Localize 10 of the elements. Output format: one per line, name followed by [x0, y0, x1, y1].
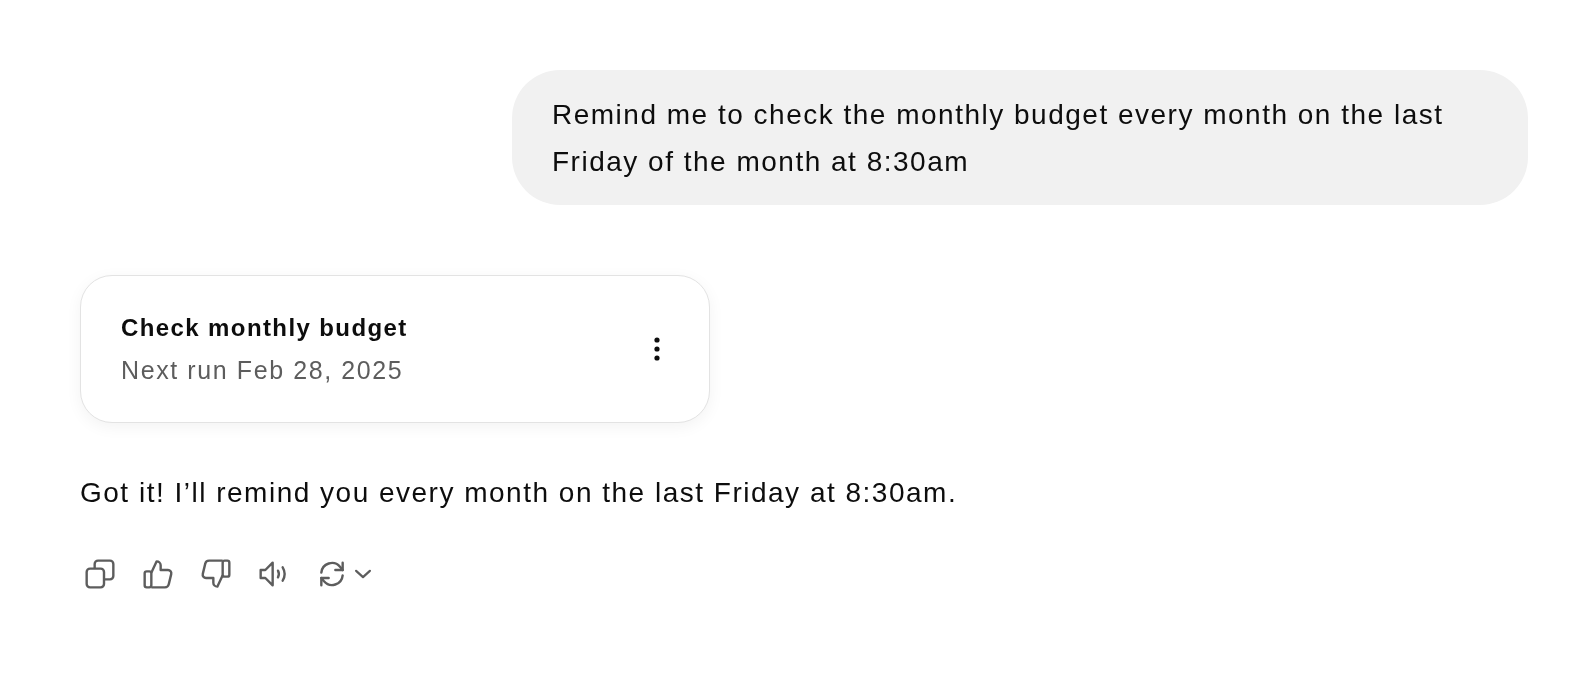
- more-icon: [654, 336, 660, 362]
- copy-icon: [84, 558, 116, 590]
- thumbs-down-icon: [200, 558, 232, 590]
- task-title: Check monthly budget: [121, 313, 408, 343]
- next-run-date: Next run Feb 28, 2025: [121, 355, 405, 386]
- user-message: Remind me to check the monthly budget every month on the last Friday of the month at 8:30am: [512, 70, 1528, 205]
- assistant-message: Got it! I’ll remind you every month on the last Friday at 8:30am.: [80, 476, 959, 510]
- chevron-down-icon: [354, 569, 372, 579]
- task-card[interactable]: Check monthly budget Next run Feb 28, 2025: [80, 275, 710, 423]
- thumbs-up-icon: [142, 558, 174, 590]
